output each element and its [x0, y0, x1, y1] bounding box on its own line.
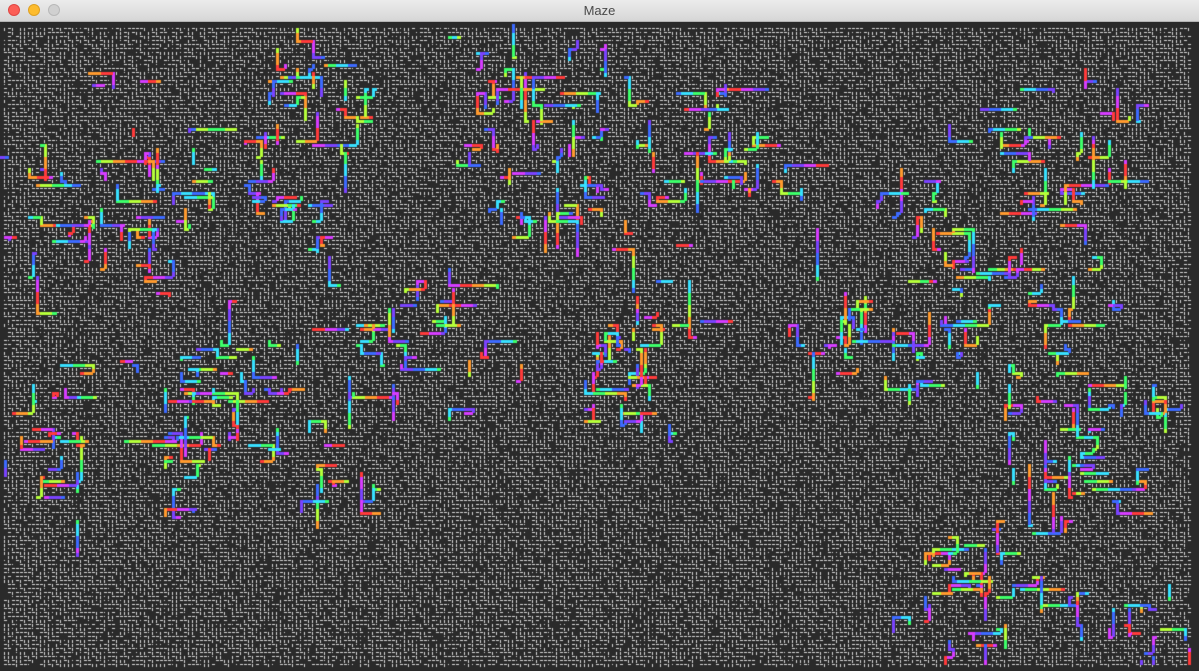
- maze-board[interactable]: [0, 22, 1199, 671]
- maze-canvas[interactable]: [0, 22, 1199, 671]
- maze-window: Maze: [0, 0, 1199, 671]
- title-bar[interactable]: Maze: [0, 0, 1199, 22]
- window-title: Maze: [583, 3, 616, 18]
